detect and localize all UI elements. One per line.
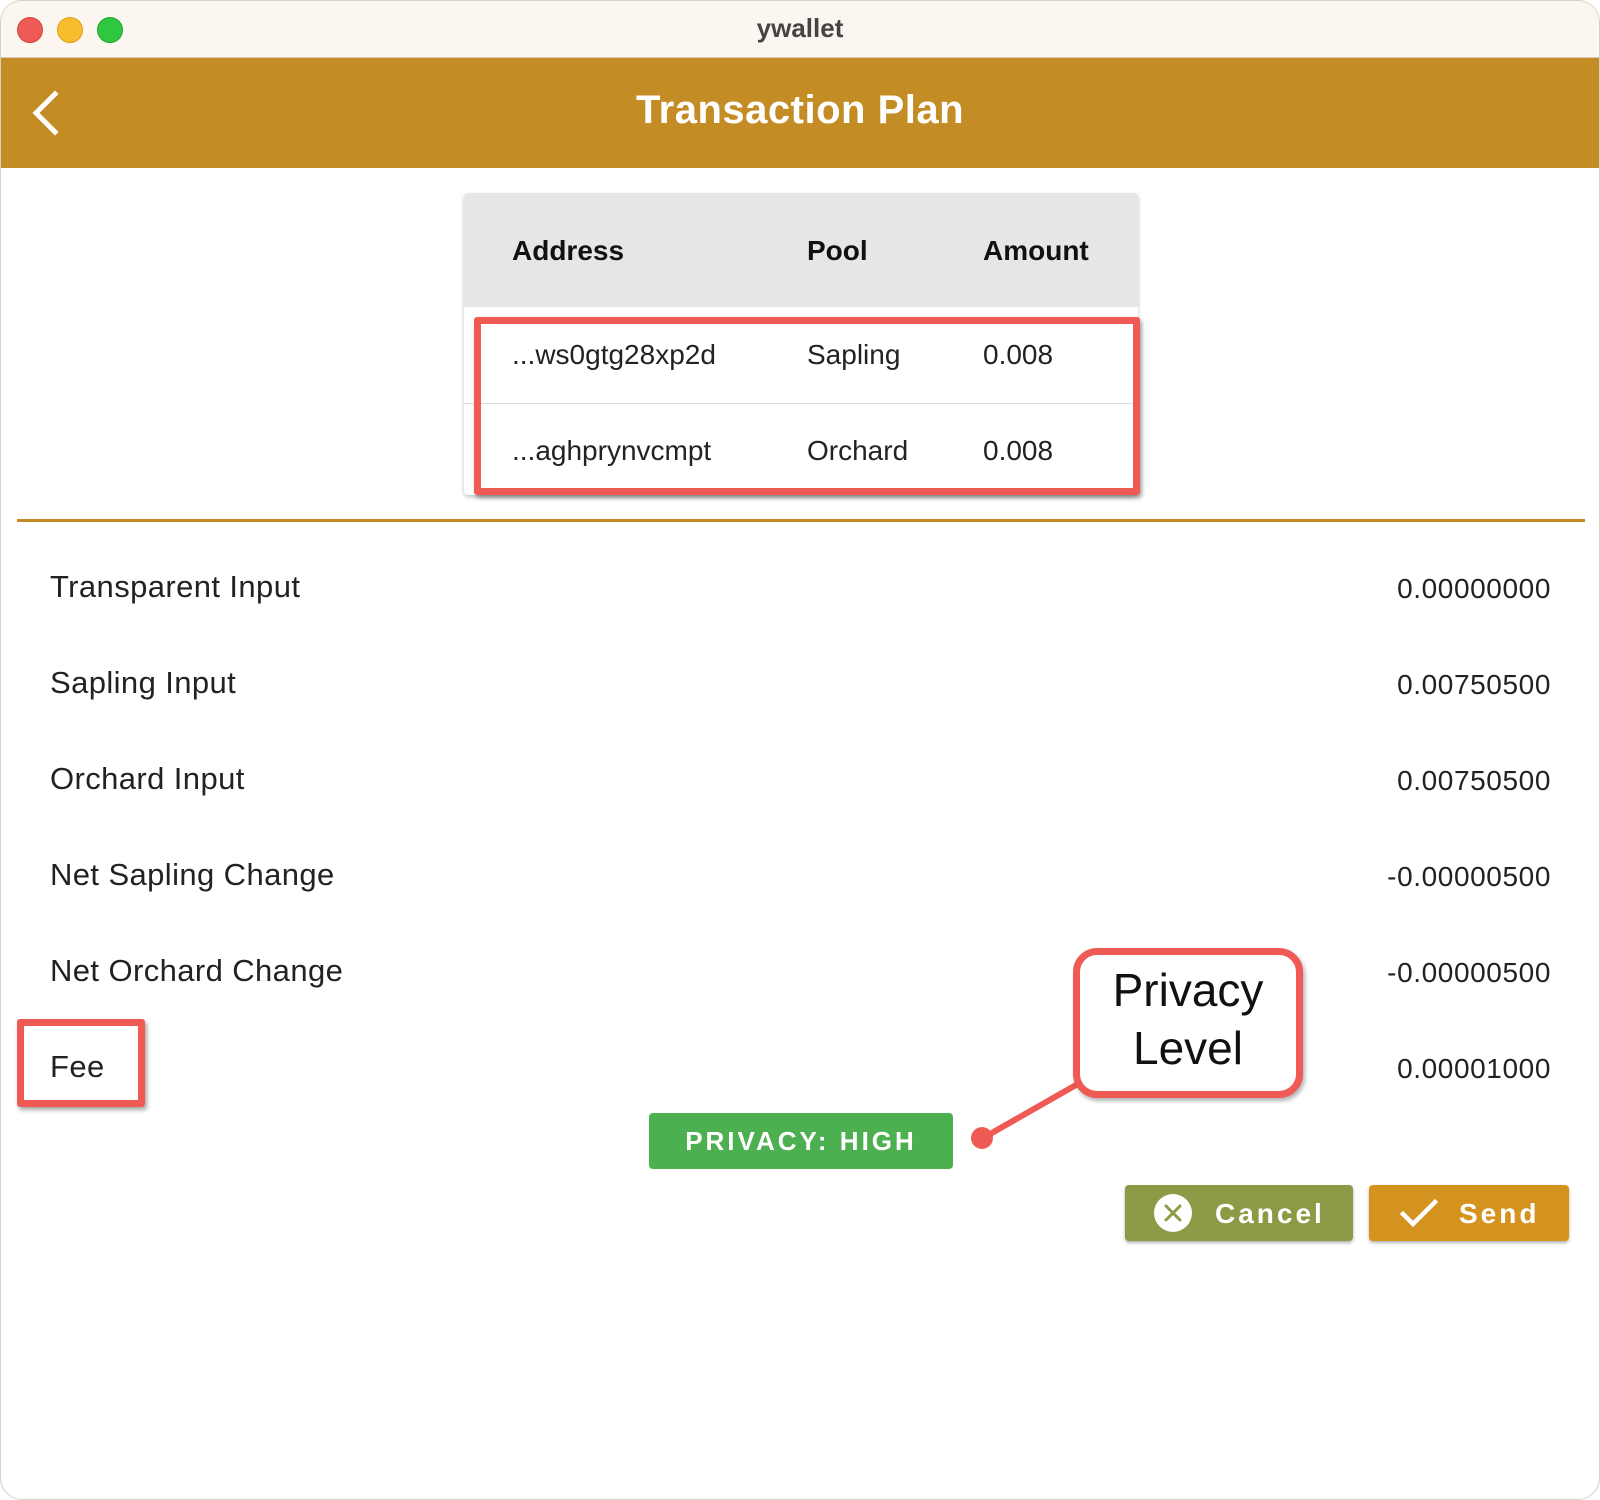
check-icon (1399, 1193, 1439, 1240)
summary-value: -0.00000500 (1387, 861, 1551, 892)
summary-value: 0.00750500 (1397, 765, 1551, 796)
summary-row-net-sapling-change: Net Sapling Change -0.00000500 (1, 857, 1599, 953)
callout-line-1: Privacy (1112, 964, 1264, 1016)
window-title: ywallet (756, 13, 844, 43)
row-amount: 0.008 (983, 435, 1054, 466)
summary-row-transparent-input: Transparent Input 0.00000000 (1, 569, 1599, 665)
x-circle-icon (1153, 1193, 1193, 1240)
section-divider (17, 519, 1585, 522)
summary-label: Transparent Input (50, 569, 301, 604)
title-bar: ywallet (1, 1, 1599, 58)
row-address: ...ws0gtg28xp2d (512, 339, 716, 370)
summary-value: -0.00000500 (1387, 957, 1551, 988)
summary-value: 0.00001000 (1397, 1053, 1551, 1084)
row-pool: Sapling (807, 339, 901, 370)
table-header: Address Pool Amount (464, 193, 1138, 307)
summary-label: Orchard Input (50, 761, 245, 796)
table-row: ...aghprynvcmpt Orchard 0.008 (464, 403, 1138, 495)
summary-value: 0.00000000 (1397, 573, 1551, 604)
summary-label: Sapling Input (50, 665, 237, 700)
cancel-button-label: Cancel (1215, 1198, 1325, 1229)
app-window: ywallet Transaction Plan Address Pool Am… (0, 0, 1600, 1500)
recipients-table: Address Pool Amount ...ws0gtg28xp2d Sapl… (464, 193, 1138, 495)
page-title: Transaction Plan (635, 88, 965, 132)
table-row: ...ws0gtg28xp2d Sapling 0.008 (464, 307, 1138, 404)
summary-row-sapling-input: Sapling Input 0.00750500 (1, 665, 1599, 761)
app-bar: Transaction Plan (1, 58, 1599, 168)
row-address: ...aghprynvcmpt (512, 435, 712, 466)
summary-label: Net Sapling Change (50, 857, 335, 892)
column-header-address: Address (512, 235, 625, 266)
column-header-pool: Pool (807, 235, 868, 266)
annotation-callout: Privacy Level (1073, 948, 1303, 1098)
summary-row-orchard-input: Orchard Input 0.00750500 (1, 761, 1599, 857)
summary-label: Net Orchard Change (50, 953, 344, 988)
summary-value: 0.00750500 (1397, 669, 1551, 700)
column-header-amount: Amount (983, 235, 1089, 266)
cancel-button[interactable]: Cancel (1125, 1185, 1353, 1241)
send-button-label: Send (1459, 1198, 1540, 1229)
row-pool: Orchard (807, 435, 909, 466)
callout-line-2: Level (1133, 1022, 1243, 1074)
row-amount: 0.008 (983, 339, 1054, 370)
privacy-badge: PRIVACY: HIGH (649, 1113, 953, 1169)
send-button[interactable]: Send (1369, 1185, 1569, 1241)
summary-label: Fee (50, 1049, 105, 1084)
summary-row-net-orchard-change: Net Orchard Change -0.00000500 (1, 953, 1599, 1049)
